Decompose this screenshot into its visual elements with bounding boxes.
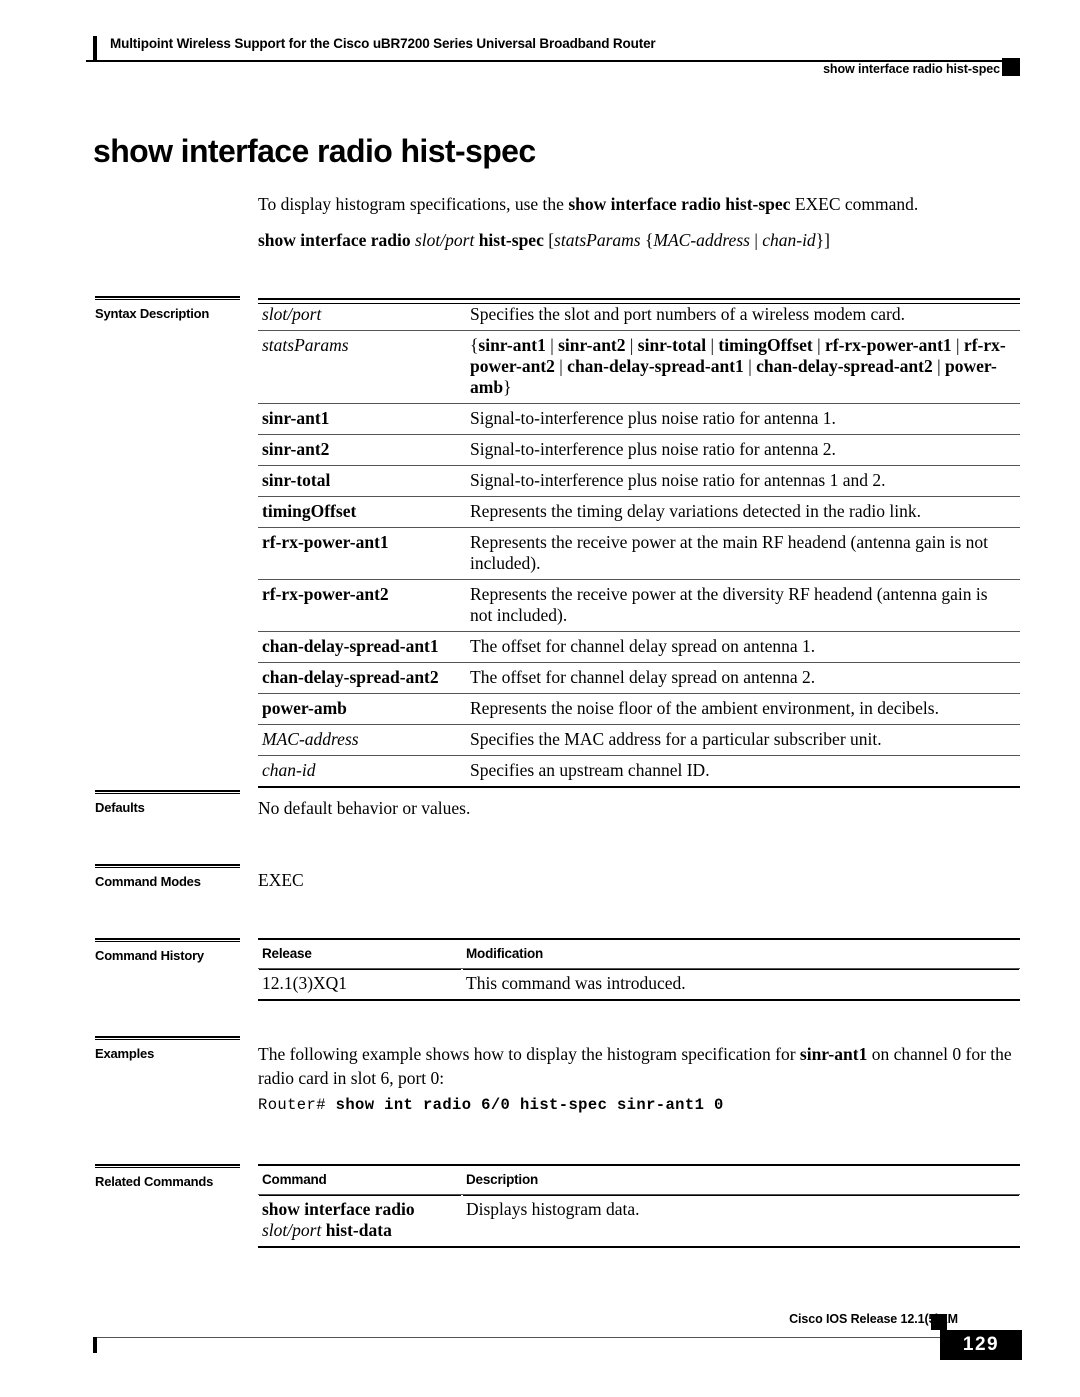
- intro-paragraph: To display histogram specifications, use…: [258, 192, 1020, 216]
- history-col-release: Release: [258, 938, 462, 969]
- related-col-command: Command: [258, 1164, 462, 1195]
- syntax-description: Signal-to-interference plus noise ratio …: [466, 465, 1020, 497]
- table-row: sinr-ant2 Signal-to-interference plus noi…: [258, 434, 1020, 466]
- syntax-term: rf-rx-power-ant1: [258, 527, 466, 580]
- table-row: sinr-ant1 Signal-to-interference plus noi…: [258, 403, 1020, 435]
- table-row: timingOffset Represents the timing delay …: [258, 496, 1020, 528]
- syntax-description: Signal-to-interference plus noise ratio …: [466, 403, 1020, 435]
- syntax-stats-params: statsParams: [554, 230, 641, 250]
- syntax-command: show interface radio: [258, 230, 411, 250]
- running-header: Multipoint Wireless Support for the Cisc…: [0, 0, 1080, 86]
- syntax-chan-id: chan-id: [762, 230, 816, 250]
- history-col-modification: Modification: [462, 938, 1020, 969]
- command-modes-label-rule: [95, 864, 240, 868]
- header-tick-mark: [93, 36, 97, 60]
- header-square-marker: [1002, 58, 1020, 76]
- document-page: Multipoint Wireless Support for the Cisc…: [0, 0, 1080, 1397]
- footer-rule: [93, 1337, 1020, 1339]
- syntax-description: Represents the timing delay variations d…: [466, 496, 1020, 528]
- syntax-description: Specifies the MAC address for a particul…: [466, 724, 1020, 756]
- syntax-pipe: |: [749, 230, 763, 250]
- history-modification-cell: This command was introduced.: [462, 968, 1020, 1001]
- code-prompt: Router#: [258, 1096, 336, 1114]
- related-command-cell: show interface radio slot/port hist-data: [258, 1194, 462, 1248]
- syntax-close-brackets: }]: [815, 230, 830, 250]
- intro-text-post: EXEC command.: [790, 194, 919, 214]
- section-label-related-commands: Related Commands: [95, 1174, 214, 1189]
- table-row: chan-delay-spread-ant2 The offset for cha…: [258, 662, 1020, 694]
- page-number: 129: [940, 1330, 1022, 1360]
- history-release-cell: 12.1(3)XQ1: [258, 968, 462, 1001]
- table-row: power-amb Represents the noise floor of t…: [258, 693, 1020, 725]
- syntax-term: MAC-address: [258, 724, 466, 756]
- table-row: rf-rx-power-ant1 Represents the receive p…: [258, 527, 1020, 580]
- page-title: show interface radio hist-spec: [93, 133, 536, 169]
- syntax-description-label-rule: [95, 296, 240, 300]
- syntax-mac-address: MAC-address: [653, 230, 750, 250]
- command-history-table: Release Modification 12.1(3)XQ1 This comm…: [258, 938, 1020, 1001]
- related-description-cell: Displays histogram data.: [462, 1194, 1020, 1248]
- command-syntax-line: show interface radio slot/port hist-spec…: [258, 228, 1020, 252]
- command-modes-text: EXEC: [258, 870, 304, 890]
- table-row: show interface radio slot/port hist-data D…: [258, 1194, 1020, 1248]
- syntax-description: Represents the receive power at the dive…: [466, 579, 1020, 632]
- defaults-label-rule: [95, 790, 240, 794]
- examples-paragraph: The following example shows how to displ…: [258, 1042, 1020, 1090]
- syntax-term: chan-id: [258, 755, 466, 788]
- example-code-line: Router# show int radio 6/0 hist-spec sin…: [258, 1096, 724, 1114]
- related-col-description: Description: [462, 1164, 1020, 1195]
- footer-square-marker: [931, 1314, 947, 1330]
- table-row: statsParams {sinr-ant1 | sinr-ant2 | sinr…: [258, 330, 1020, 404]
- syntax-description: Represents the noise floor of the ambien…: [466, 693, 1020, 725]
- examples-label-rule: [95, 1036, 240, 1040]
- syntax-term: power-amb: [258, 693, 466, 725]
- syntax-term: chan-delay-spread-ant1: [258, 631, 466, 663]
- syntax-term: rf-rx-power-ant2: [258, 579, 466, 632]
- related-commands-label-rule: [95, 1164, 240, 1168]
- syntax-term: sinr-ant1: [258, 403, 466, 435]
- syntax-term: statsParams: [258, 330, 466, 404]
- section-label-command-history: Command History: [95, 948, 204, 963]
- syntax-table-top-rule: [258, 303, 1020, 305]
- section-label-command-modes: Command Modes: [95, 874, 201, 889]
- examples-param-name: sinr-ant1: [799, 1044, 868, 1064]
- syntax-description-table: slot/port Specifies the slot and port num…: [258, 298, 1020, 788]
- examples-text-pre: The following example shows how to displ…: [258, 1044, 800, 1064]
- syntax-description: Specifies an upstream channel ID.: [466, 755, 1020, 788]
- syntax-description: Signal-to-interference plus noise ratio …: [466, 434, 1020, 466]
- syntax-open-brace: {: [640, 230, 654, 250]
- syntax-description: The offset for channel delay spread on a…: [466, 631, 1020, 663]
- syntax-term: sinr-total: [258, 465, 466, 497]
- footer-tick-mark: [93, 1337, 97, 1353]
- syntax-slot-port: slot/port: [415, 230, 475, 250]
- syntax-term: timingOffset: [258, 496, 466, 528]
- command-history-label-rule: [95, 938, 240, 942]
- intro-text-pre: To display histogram specifications, use…: [258, 194, 569, 214]
- syntax-term: chan-delay-spread-ant2: [258, 662, 466, 694]
- table-row: rf-rx-power-ant2 Represents the receive p…: [258, 579, 1020, 632]
- header-running-head: show interface radio hist-spec: [823, 62, 1000, 76]
- section-label-examples: Examples: [95, 1046, 155, 1061]
- related-commands-table: Command Description show interface radio…: [258, 1164, 1020, 1248]
- code-command: show int radio 6/0 hist-spec sinr-ant1 0: [335, 1096, 724, 1114]
- section-label-syntax-description: Syntax Description: [95, 306, 210, 321]
- syntax-description: {sinr-ant1 | sinr-ant2 | sinr-total | ti…: [466, 330, 1020, 404]
- intro-command-name: show interface radio hist-spec: [568, 194, 791, 214]
- syntax-description: The offset for channel delay spread on a…: [466, 662, 1020, 694]
- table-row: MAC-address Specifies the MAC address for…: [258, 724, 1020, 756]
- syntax-description: Represents the receive power at the main…: [466, 527, 1020, 580]
- syntax-term: sinr-ant2: [258, 434, 466, 466]
- defaults-text: No default behavior or values.: [258, 798, 471, 818]
- header-book-title: Multipoint Wireless Support for the Cisc…: [110, 36, 656, 51]
- table-row: 12.1(3)XQ1 This command was introduced.: [258, 968, 1020, 1001]
- section-label-defaults: Defaults: [95, 800, 145, 815]
- table-row: sinr-total Signal-to-interference plus no…: [258, 465, 1020, 497]
- table-row: chan-delay-spread-ant1 The offset for cha…: [258, 631, 1020, 663]
- syntax-keyword: hist-spec: [478, 230, 544, 250]
- syntax-open-bracket: [: [543, 230, 555, 250]
- table-row: chan-id Specifies an upstream channel ID.: [258, 755, 1020, 788]
